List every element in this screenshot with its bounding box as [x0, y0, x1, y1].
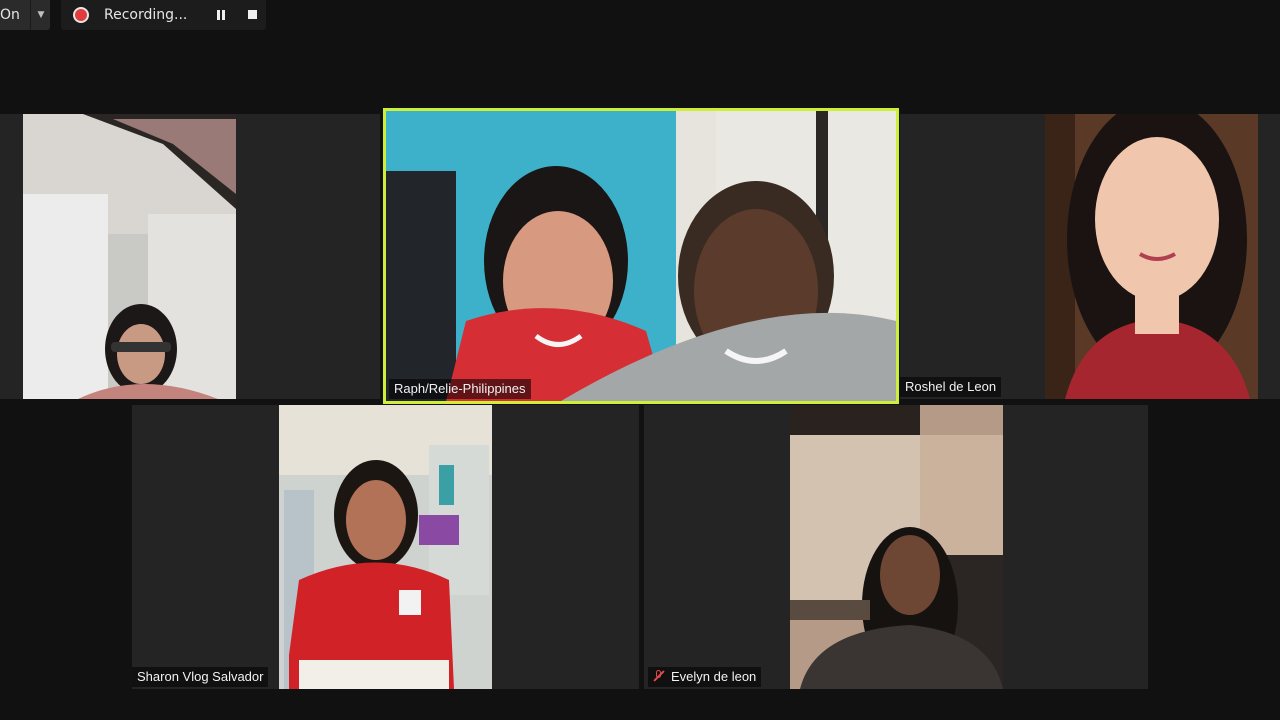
recording-indicator: Recording... — [61, 0, 266, 30]
stop-recording-icon[interactable] — [248, 10, 257, 19]
participant-tile[interactable]: Evelyn de leon — [644, 405, 1148, 689]
meeting-top-bar: On ▼ Recording... — [0, 0, 1280, 32]
microphone-muted-icon — [653, 670, 665, 682]
participant-tile-active-speaker[interactable]: Raph/Relie-Philippines — [383, 108, 899, 404]
participant-tile[interactable]: Sharon Vlog Salvador — [132, 405, 639, 689]
participant-name: Raph/Relie-Philippines — [389, 379, 531, 399]
participant-tile[interactable]: Roshel de Leon — [900, 114, 1280, 399]
pause-recording-icon[interactable] — [216, 10, 226, 20]
view-toggle-label: On — [0, 7, 20, 23]
participant-name: Roshel de Leon — [900, 377, 1002, 397]
participant-name: Sharon Vlog Salvador — [132, 667, 269, 687]
participant-video — [279, 405, 492, 689]
participant-video — [790, 405, 1003, 689]
participant-video — [1045, 114, 1258, 399]
recording-status-text: Recording... — [104, 7, 188, 23]
participant-video — [386, 111, 896, 401]
view-toggle-button[interactable]: On ▼ — [0, 0, 50, 30]
participant-tile[interactable] — [0, 114, 380, 399]
chevron-down-icon[interactable]: ▼ — [30, 0, 51, 30]
participant-video — [23, 114, 236, 399]
participant-name-bar: Evelyn de leon — [648, 667, 762, 687]
participant-name: Evelyn de leon — [671, 669, 757, 684]
recording-dot-icon — [75, 9, 87, 21]
